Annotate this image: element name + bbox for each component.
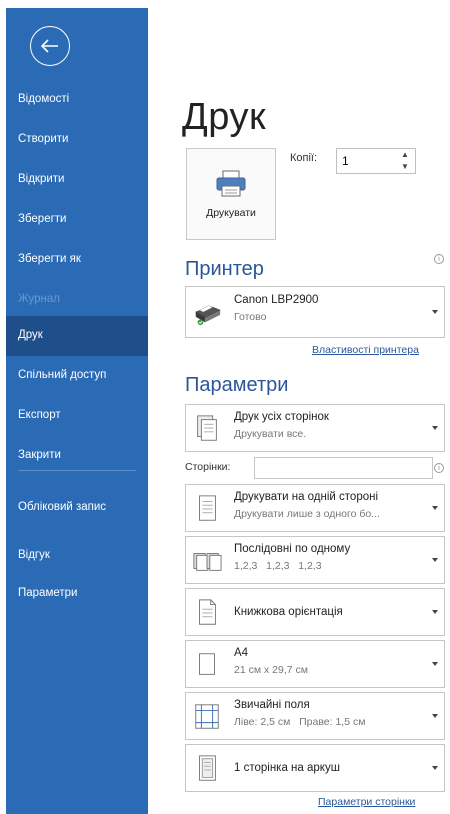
paper-size-dropdown[interactable]: A4 21 см x 29,7 см bbox=[185, 640, 445, 688]
page-title: Друк bbox=[182, 96, 267, 138]
printer-properties-link[interactable]: Властивості принтера bbox=[312, 344, 419, 356]
print-range-subtitle: Друкувати все. bbox=[234, 428, 307, 440]
back-button[interactable] bbox=[30, 26, 70, 66]
chevron-down-icon bbox=[432, 426, 438, 430]
copies-stepper[interactable]: 1 ▲ ▼ bbox=[336, 148, 416, 174]
sidebar-item-history: Журнал bbox=[18, 293, 60, 306]
collation-title: Послідовні по одному bbox=[234, 543, 351, 555]
page-setup-link[interactable]: Параметри сторінки bbox=[318, 796, 415, 808]
spin-down-icon[interactable]: ▼ bbox=[401, 163, 409, 171]
sidebar-divider bbox=[18, 470, 136, 471]
pages-per-sheet-icon bbox=[199, 755, 216, 781]
print-range-title: Друк усіх сторінок bbox=[234, 411, 329, 423]
collation-subtitle: 1,2,3 1,2,3 1,2,3 bbox=[234, 560, 322, 572]
pages-stack-icon bbox=[197, 415, 217, 441]
printer-dropdown[interactable]: Canon LBP2900 Готово bbox=[185, 286, 445, 338]
collation-dropdown[interactable]: Послідовні по одному 1,2,3 1,2,3 1,2,3 bbox=[185, 536, 445, 584]
paper-size-icon bbox=[199, 653, 215, 675]
sidebar-item-share[interactable]: Спільний доступ bbox=[6, 356, 148, 396]
paper-size-subtitle: 21 см x 29,7 см bbox=[234, 664, 308, 676]
chevron-down-icon bbox=[432, 714, 438, 718]
pages-input[interactable] bbox=[254, 457, 433, 479]
sides-title: Друкувати на одній стороні bbox=[234, 491, 379, 503]
printer-device-icon bbox=[195, 305, 221, 326]
copies-value: 1 bbox=[342, 154, 349, 168]
printer-section-title: Принтер bbox=[185, 258, 264, 280]
chevron-down-icon bbox=[432, 310, 438, 314]
portrait-page-icon bbox=[199, 599, 216, 625]
sidebar-item-new[interactable]: Створити bbox=[6, 120, 148, 160]
chevron-down-icon bbox=[432, 662, 438, 666]
orientation-dropdown[interactable]: Книжкова орієнтація bbox=[185, 588, 445, 636]
printer-icon bbox=[216, 170, 246, 197]
printer-name: Canon LBP2900 bbox=[234, 294, 319, 306]
sidebar-item-account[interactable]: Обліковий запис bbox=[6, 486, 116, 530]
chevron-down-icon bbox=[432, 610, 438, 614]
backstage-sidebar: Відомості Створити Відкрити Зберегти Збе… bbox=[6, 8, 148, 814]
margins-title: Звичайні поля bbox=[234, 699, 310, 711]
settings-section-title: Параметри bbox=[185, 374, 289, 396]
print-button-label: Друкувати bbox=[206, 207, 256, 219]
margins-subtitle: Ліве: 2,5 см Праве: 1,5 см bbox=[234, 716, 366, 728]
orientation-title: Книжкова орієнтація bbox=[234, 606, 343, 618]
back-arrow-icon bbox=[40, 39, 58, 53]
printer-status: Готово bbox=[234, 311, 267, 323]
print-button[interactable]: Друкувати bbox=[186, 148, 276, 240]
info-icon[interactable]: i bbox=[434, 254, 444, 264]
sidebar-item-feedback[interactable]: Відгук bbox=[6, 536, 148, 576]
copies-label: Копії: bbox=[290, 152, 318, 164]
chevron-down-icon bbox=[432, 766, 438, 770]
sidebar-item-export[interactable]: Експорт bbox=[6, 396, 148, 436]
print-range-dropdown[interactable]: Друк усіх сторінок Друкувати все. bbox=[185, 404, 445, 452]
sides-subtitle: Друкувати лише з одного бо... bbox=[234, 508, 380, 520]
one-sided-page-icon bbox=[199, 495, 216, 521]
sidebar-item-info[interactable]: Відомості bbox=[6, 80, 148, 120]
sides-dropdown[interactable]: Друкувати на одній стороні Друкувати лиш… bbox=[185, 484, 445, 532]
spin-up-icon[interactable]: ▲ bbox=[401, 151, 409, 159]
sidebar-item-options[interactable]: Параметри bbox=[6, 574, 148, 614]
margins-dropdown[interactable]: Звичайні поля Ліве: 2,5 см Праве: 1,5 см bbox=[185, 692, 445, 740]
sidebar-item-print[interactable]: Друк bbox=[6, 316, 148, 356]
pages-per-sheet-dropdown[interactable]: 1 сторінка на аркуш bbox=[185, 744, 445, 792]
collate-icon bbox=[193, 553, 222, 571]
sidebar-item-open[interactable]: Відкрити bbox=[6, 160, 148, 200]
print-panel: Друк Друкувати Копії: 1 ▲ ▼ Принтер i Ca… bbox=[148, 8, 450, 814]
pages-label: Сторінки: bbox=[185, 461, 231, 473]
copies-spinner[interactable]: ▲ ▼ bbox=[400, 151, 410, 171]
info-icon[interactable]: i bbox=[434, 463, 444, 473]
sidebar-item-save[interactable]: Зберегти bbox=[6, 200, 148, 240]
sidebar-item-save-as[interactable]: Зберегти як bbox=[6, 240, 148, 280]
chevron-down-icon bbox=[432, 558, 438, 562]
chevron-down-icon bbox=[432, 506, 438, 510]
paper-size-title: A4 bbox=[234, 647, 249, 659]
margins-icon bbox=[195, 704, 219, 729]
pages-per-sheet-title: 1 сторінка на аркуш bbox=[234, 762, 340, 774]
